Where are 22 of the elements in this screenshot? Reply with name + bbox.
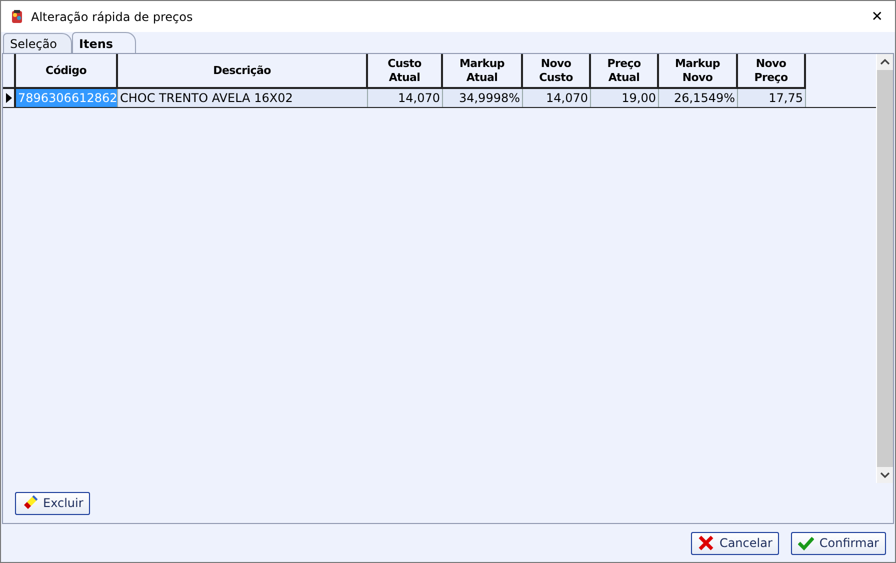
table-cell: 19,00: [591, 89, 659, 107]
table-cell: 17,75: [738, 89, 806, 107]
table-cell: 14,070: [523, 89, 591, 107]
scroll-up-icon[interactable]: [877, 54, 893, 70]
x-icon: [698, 535, 714, 551]
tab[interactable]: Itens: [72, 32, 136, 53]
close-button[interactable]: ✕: [867, 8, 887, 24]
table-cell: 34,9998%: [443, 89, 523, 107]
table-cell: 14,070: [368, 89, 443, 107]
vertical-scrollbar[interactable]: [876, 54, 893, 483]
table-cell: CHOC TRENTO AVELA 16X02: [118, 89, 368, 107]
tab[interactable]: Seleção: [3, 33, 72, 53]
delete-button[interactable]: Excluir: [15, 492, 90, 514]
table-cell: 7896306612862: [16, 89, 118, 107]
dialog-button[interactable]: Confirmar: [791, 532, 886, 554]
window-title: Alteração rápida de preços: [31, 10, 194, 24]
table-cell: 26,1549%: [659, 89, 738, 107]
app-icon: [9, 8, 25, 24]
eraser-icon: [22, 495, 38, 511]
checkmark-icon: [798, 535, 814, 551]
scroll-down-icon[interactable]: [877, 467, 893, 483]
dialog-button[interactable]: Cancelar: [691, 532, 780, 554]
